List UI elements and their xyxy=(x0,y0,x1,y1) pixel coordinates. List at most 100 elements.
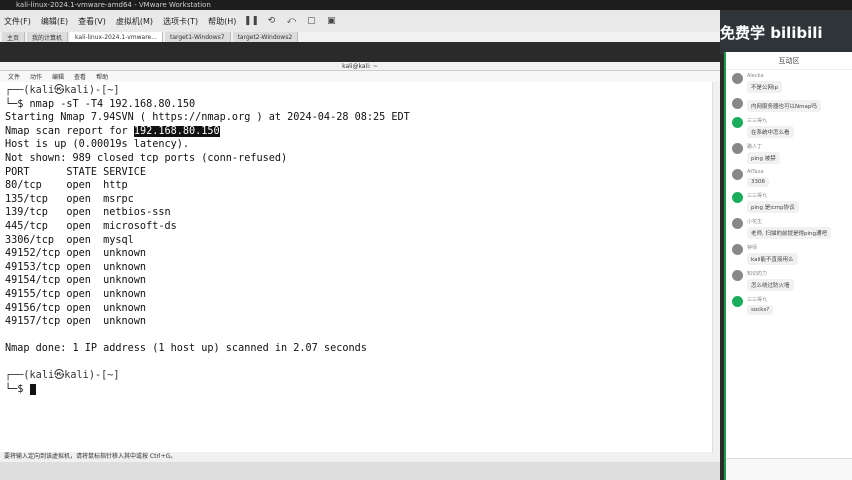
menu-help[interactable]: 帮助(H) xyxy=(206,16,238,27)
avatar xyxy=(732,192,743,203)
chat-text: socks? xyxy=(747,305,774,315)
prompt-host: kali xyxy=(64,370,89,382)
output-line: Host is up (0.00019s latency). xyxy=(5,139,190,151)
menu-file[interactable]: 文件(F) xyxy=(2,16,33,27)
scan-report-prefix: Nmap scan report for xyxy=(5,125,134,137)
port-row: 80/tcp open http xyxy=(5,180,128,192)
vmware-titlebar: kali-linux-2024.1-vmware-amd64 - VMware … xyxy=(0,0,852,10)
avatar xyxy=(732,98,743,109)
chat-text: 老师, 扫描的前提是得ping通吧 xyxy=(747,227,831,239)
chat-message: 钟师 kali能不直接用么 xyxy=(726,241,852,267)
terminal-menu-help[interactable]: 帮助 xyxy=(96,72,108,81)
tab-target1[interactable]: target1-Windows7 xyxy=(164,32,231,42)
fullscreen-icon[interactable]: ▢ xyxy=(304,14,318,28)
chat-user: 小花生 xyxy=(747,219,763,225)
chat-text: 3306 xyxy=(747,177,769,187)
output-line: Nmap scan report for 192.168.80.150 xyxy=(5,125,712,139)
menu-vm[interactable]: 虚拟机(M) xyxy=(114,16,155,27)
terminal-scrollbar[interactable] xyxy=(712,82,720,452)
terminal-menu-file[interactable]: 文件 xyxy=(8,72,20,81)
avatar xyxy=(732,117,743,128)
tab-label: target1-Windows7 xyxy=(169,33,225,41)
output-line: Not shown: 989 closed tcp ports (conn-re… xyxy=(5,152,288,164)
command-line: └─$ xyxy=(5,383,712,397)
host-taskbar xyxy=(0,462,720,480)
terminal-cursor xyxy=(29,383,36,395)
chat-title: 互动区 xyxy=(726,52,852,70)
chat-user: 钟师 xyxy=(747,245,758,251)
tab-label: 我的计算机 xyxy=(32,34,63,42)
revert-icon[interactable]: ⤺ xyxy=(284,14,298,28)
tab-label: kali-linux-2024.1-vmware... xyxy=(75,33,157,41)
tab-label: target2-Windows2 xyxy=(237,33,293,41)
port-table-header: PORT STATE SERVICE xyxy=(5,166,147,178)
avatar xyxy=(732,73,743,84)
prompt-user: kali xyxy=(29,370,55,382)
command-line: └─$ nmap -sT -T4 192.168.80.150 xyxy=(5,98,196,110)
chat-message: 小花生老师, 扫描的前提是得ping通吧 xyxy=(726,215,852,241)
chat-message: AtTaxa 3306 xyxy=(726,166,852,189)
port-row: 49152/tcp open unknown xyxy=(5,248,147,260)
selected-ip: 192.168.80.150 xyxy=(133,125,220,137)
chat-text: kali能不直接用么 xyxy=(747,253,798,265)
bilibili-watermark: 免费学 bilibili xyxy=(720,24,823,42)
prompt-line: ┌──(kali㉿kali)-[~] xyxy=(5,85,120,96)
prompt-line: ┌──(kali㉿kali)-[~] xyxy=(5,370,120,382)
port-row: 49156/tcp open unknown xyxy=(5,302,147,314)
terminal-output[interactable]: ┌──(kali㉿kali)-[~] └─$ nmap -sT -T4 192.1… xyxy=(0,82,712,452)
terminal-menu-view[interactable]: 查看 xyxy=(74,72,86,81)
chat-message: 三三得九 socks? xyxy=(726,293,852,317)
chat-user: 路人丁 xyxy=(747,144,763,150)
chat-text: 不是公网ip xyxy=(747,81,783,93)
vmware-status: 要将输入定向到该虚拟机，请将鼠标指针移入其中或按 Ctrl+G。 xyxy=(0,452,720,462)
port-row: 445/tcp open microsoft-ds xyxy=(5,220,177,232)
vm-tabbar: 主页 我的计算机 kali-linux-2024.1-vmware... tar… xyxy=(0,32,720,42)
tab-my-computer[interactable]: 我的计算机 xyxy=(27,32,69,42)
chat-text: ping 被禁 xyxy=(747,152,780,164)
chat-text: ping 是icmp协议 xyxy=(747,201,799,213)
chat-user: 三三得九 xyxy=(747,193,768,199)
command-text: nmap -sT -T4 192.168.80.150 xyxy=(29,98,196,110)
snapshot-icon[interactable]: ⟲ xyxy=(264,14,278,28)
chat-user: Alecka xyxy=(747,73,764,79)
avatar xyxy=(732,169,743,180)
menu-view[interactable]: 查看(V) xyxy=(76,16,108,27)
menu-tabs[interactable]: 选项卡(T) xyxy=(161,16,200,27)
vmware-menubar: 文件(F) 编辑(E) 查看(V) 虚拟机(M) 选项卡(T) 帮助(H) ❚❚… xyxy=(0,10,720,32)
chat-message: 三三得九 ping 是icmp协议 xyxy=(726,189,852,215)
chat-text: 怎么绕过防火墙 xyxy=(747,279,794,291)
chat-message: 三三得九在系统中怎么看 xyxy=(726,114,852,140)
chat-user: 三三得九 xyxy=(747,118,768,124)
avatar xyxy=(732,296,743,307)
prompt-dir: ~ xyxy=(107,85,114,96)
terminal-window-title: kali@kali: ~ xyxy=(0,62,720,71)
done-line: Nmap done: 1 IP address (1 host up) scan… xyxy=(5,343,367,355)
chat-input-area[interactable] xyxy=(726,458,852,480)
prompt-user: kali xyxy=(29,85,55,96)
output-line: Starting Nmap 7.94SVN ( https://nmap.org… xyxy=(5,112,410,124)
chat-message: 知识的力 怎么绕过防火墙 xyxy=(726,267,852,293)
terminal-menu-actions[interactable]: 动作 xyxy=(30,72,42,81)
tab-target2[interactable]: target2-Windows2 xyxy=(232,32,299,42)
avatar xyxy=(732,244,743,255)
prompt-host: kali xyxy=(64,85,89,96)
avatar xyxy=(732,270,743,281)
pause-icon[interactable]: ❚❚ xyxy=(244,14,259,28)
port-row: 49153/tcp open unknown xyxy=(5,261,147,273)
chat-message: 路人丁 ping 被禁 xyxy=(726,140,852,166)
port-row: 139/tcp open netbios-ssn xyxy=(5,207,171,219)
window-title: kali-linux-2024.1-vmware-amd64 - VMware … xyxy=(16,1,211,9)
chat-message: 内网服务器也可以Nmap吗 xyxy=(726,95,852,114)
tab-kali[interactable]: kali-linux-2024.1-vmware... xyxy=(70,32,163,42)
avatar xyxy=(732,143,743,154)
tab-home[interactable]: 主页 xyxy=(2,32,26,42)
terminal-menu-edit[interactable]: 编辑 xyxy=(52,72,64,81)
chat-text: 在系统中怎么看 xyxy=(747,126,794,138)
unity-icon[interactable]: ▣ xyxy=(324,14,338,28)
avatar xyxy=(732,218,743,229)
menu-edit[interactable]: 编辑(E) xyxy=(39,16,70,27)
port-row: 49154/tcp open unknown xyxy=(5,275,147,287)
chat-panel: 互动区 Alecka 不是公网ip 内网服务器也可以Nmap吗 三三得九 在系统中怎… xyxy=(724,52,852,480)
